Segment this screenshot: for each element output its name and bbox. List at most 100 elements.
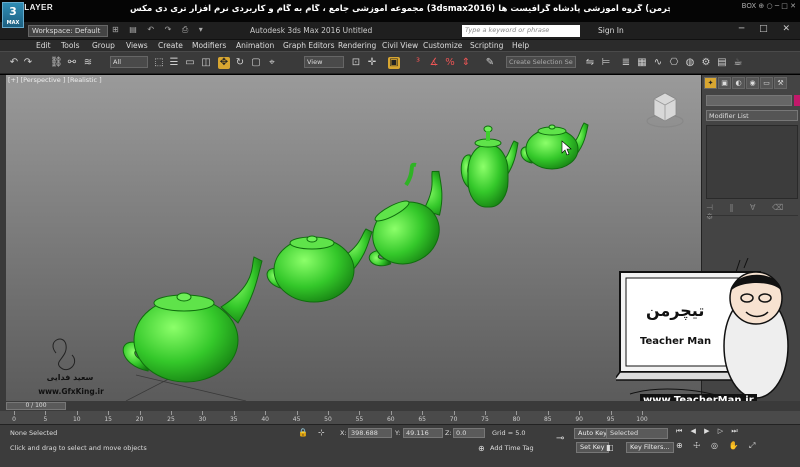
reference-coordinate-dropdown[interactable]: View: [304, 56, 344, 68]
track-tick-label: 30: [198, 416, 207, 423]
named-selection-sets[interactable]: Create Selection Se: [506, 56, 576, 68]
keyboard-shortcut-icon[interactable]: ▣: [388, 57, 400, 69]
tab-create[interactable]: ✦: [704, 77, 717, 89]
schematic-view-icon[interactable]: ⎔: [668, 57, 680, 69]
menu-views[interactable]: Views: [126, 41, 148, 50]
tab-motion[interactable]: ◉: [746, 77, 759, 89]
angle-snap-icon[interactable]: ∡: [428, 57, 440, 69]
tab-modify[interactable]: ▣: [718, 77, 731, 89]
key-mode-icon[interactable]: ◧: [606, 443, 614, 452]
menu-modifiers[interactable]: Modifiers: [192, 41, 226, 50]
link-icon[interactable]: ⛓: [50, 57, 63, 69]
teacherman-logo: تیچرمن Teacher Man: [616, 258, 789, 399]
workspace-dropdown[interactable]: Workspace: Default: [28, 25, 108, 37]
select-by-name-icon[interactable]: ☰: [168, 57, 180, 69]
menu-customize[interactable]: Customize: [423, 41, 462, 50]
percent-snap-icon[interactable]: %: [444, 57, 456, 69]
tab-display[interactable]: ▭: [760, 77, 773, 89]
main-toolbar: ↶ ↷ ⛓ ⚯ ≋ All ⬚ ☰ ▭ ◫ ✥ ↻ ▢ ⌖ View ⊡ ✛ ▣…: [0, 51, 800, 74]
teapot-4[interactable]: [460, 125, 519, 208]
x-coordinate-field[interactable]: 398.688: [348, 428, 392, 438]
unlink-icon[interactable]: ⚯: [66, 57, 78, 69]
manipulate-icon[interactable]: ✛: [366, 57, 378, 69]
set-key-icon[interactable]: ⊸: [556, 433, 564, 444]
application-button[interactable]: 3 MAX: [2, 2, 24, 28]
graphite-toggle-icon[interactable]: ▦: [636, 57, 648, 69]
tab-utilities[interactable]: ⚒: [774, 77, 787, 89]
absolute-mode-icon[interactable]: ⊹: [318, 428, 325, 437]
selection-filter-dropdown[interactable]: All: [110, 56, 148, 68]
track-tick-label: 55: [355, 416, 364, 423]
menu-group[interactable]: Group: [92, 41, 115, 50]
edit-named-sets-icon[interactable]: ✎: [484, 57, 496, 69]
add-time-tag[interactable]: Add Time Tag: [490, 444, 534, 452]
select-move-icon[interactable]: ✥: [218, 57, 230, 69]
teapot-1[interactable]: [122, 256, 263, 383]
select-object-icon[interactable]: ⬚: [153, 57, 165, 69]
set-key-button[interactable]: Set Key: [576, 442, 609, 453]
sign-in-button[interactable]: Sign In: [598, 26, 624, 35]
key-filters-button[interactable]: Key Filters...: [626, 442, 674, 453]
object-color-swatch[interactable]: [794, 95, 800, 106]
menu-animation[interactable]: Animation: [236, 41, 274, 50]
track-tick-label: 15: [104, 416, 113, 423]
teapot-5[interactable]: [520, 122, 589, 170]
add-time-tag-icon[interactable]: ⊕: [478, 444, 485, 453]
select-rotate-icon[interactable]: ↻: [234, 57, 246, 69]
quick-access-toolbar[interactable]: ⊞ ▤ ↶ ↷ ⎙ ▾: [112, 25, 207, 35]
track-tick-label: 5: [43, 416, 48, 423]
time-slider-thumb[interactable]: 0 / 100: [6, 402, 66, 410]
playback-controls[interactable]: ⏮ ◀ ▶ ▷ ⏭: [676, 427, 741, 436]
teapot-2[interactable]: [266, 228, 373, 303]
rectangle-selection-icon[interactable]: ▭: [184, 57, 196, 69]
menu-rendering[interactable]: Rendering: [338, 41, 376, 50]
modifier-stack[interactable]: [706, 125, 798, 199]
track-tick: [328, 411, 329, 415]
menu-graph-editors[interactable]: Graph Editors: [283, 41, 335, 50]
spinner-snap-icon[interactable]: ⇕: [460, 57, 472, 69]
menu-create[interactable]: Create: [158, 41, 183, 50]
select-place-icon[interactable]: ⌖: [266, 57, 278, 69]
align-icon[interactable]: ⊨: [600, 57, 612, 69]
pivot-center-icon[interactable]: ⊡: [350, 57, 362, 69]
rendered-frame-icon[interactable]: ▤: [716, 57, 728, 69]
select-scale-icon[interactable]: ▢: [250, 57, 262, 69]
teapot-3[interactable]: [347, 169, 471, 281]
viewcube-icon[interactable]: [646, 92, 684, 128]
layer-manager-icon[interactable]: ≣: [620, 57, 632, 69]
menu-civil-view[interactable]: Civil View: [382, 41, 418, 50]
menu-help[interactable]: Help: [512, 41, 529, 50]
menu-scripting[interactable]: Scripting: [470, 41, 503, 50]
z-coordinate-field[interactable]: 0.0: [453, 428, 485, 438]
track-tick-label: 95: [606, 416, 615, 423]
menu-edit[interactable]: Edit: [36, 41, 51, 50]
window-controls[interactable]: ─ □ ✕: [739, 24, 796, 34]
time-slider[interactable]: 0 / 100: [0, 401, 800, 411]
curve-editor-icon[interactable]: ∿: [652, 57, 664, 69]
window-crossing-icon[interactable]: ◫: [200, 57, 212, 69]
key-filter-dropdown[interactable]: Selected: [606, 428, 668, 439]
track-tick: [390, 411, 392, 415]
track-bar[interactable]: 0 5 10 15 20 25 30 35 40 45 50 55 60 65 70 75 80 85 90 95 10…: [0, 411, 800, 425]
stack-controls[interactable]: ⊣ ‖ ∀ ⌫ ⚙: [706, 203, 800, 221]
player-window-controls[interactable]: BOX ⊕ ○ ─ □ ✕: [742, 2, 796, 10]
viewport-navigation-controls[interactable]: ⊕ ☩ ◎ ✋ ⤢: [676, 441, 759, 451]
menu-tools[interactable]: Tools: [61, 41, 79, 50]
undo-icon[interactable]: ↶: [8, 57, 20, 69]
snaps-toggle-icon[interactable]: ³: [412, 57, 424, 69]
lock-icon[interactable]: 🔒: [298, 428, 308, 437]
track-tick-label: 10: [72, 416, 81, 423]
material-editor-icon[interactable]: ◍: [684, 57, 696, 69]
y-coordinate-field[interactable]: 49.116: [403, 428, 443, 438]
search-input[interactable]: Type a keyword or phrase: [462, 25, 580, 37]
bind-spacewarp-icon[interactable]: ≋: [82, 57, 94, 69]
redo-icon[interactable]: ↷: [22, 57, 34, 69]
render-setup-icon[interactable]: ⚙: [700, 57, 712, 69]
video-title: مجموعه آموزشی جامع ، گام به گام و کاربرد…: [130, 4, 670, 14]
mirror-icon[interactable]: ⇋: [584, 57, 596, 69]
modifier-list-dropdown[interactable]: Modifier List: [706, 110, 798, 121]
perspective-viewport[interactable]: [+] [Perspective ] [Realistic ]: [6, 75, 701, 401]
render-production-icon[interactable]: ☕: [732, 57, 744, 69]
tab-hierarchy[interactable]: ◐: [732, 77, 745, 89]
object-name-field[interactable]: [706, 95, 792, 106]
